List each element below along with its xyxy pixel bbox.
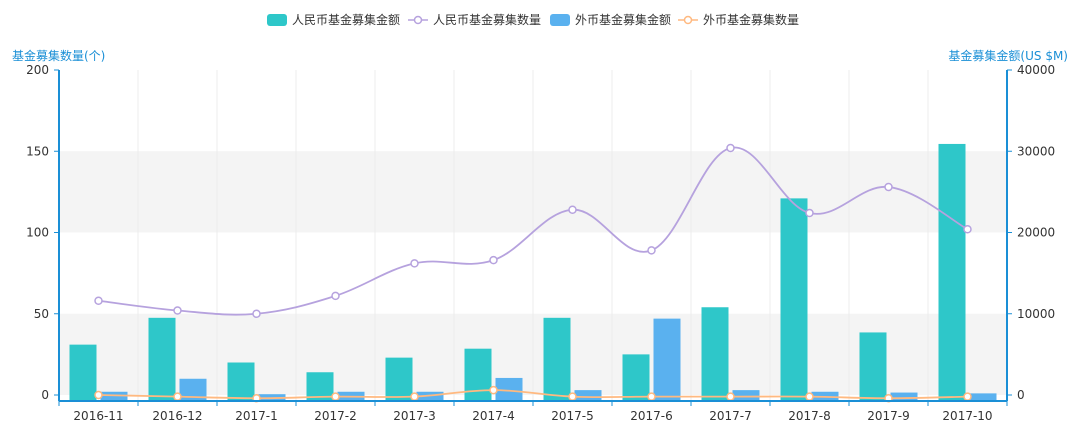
point-rmb-count [647,246,656,255]
bar-fx-amount [890,392,918,401]
bar-fx-amount [653,318,681,401]
legend-marker-fx-count [683,15,693,25]
point-rmb-count [173,306,182,315]
right-axis-title: 基金募集金额(US $M) [948,48,1068,63]
bar-rmb-amount [69,344,97,401]
point-rmb-count [331,291,340,301]
chart: 人民币基金募集金额 人民币基金募集数量 外币基金募集金额 外币基金募集数量 基金… [12,12,1068,423]
bar-rmb-amount [464,348,492,401]
legend-item-fx-count[interactable]: 外币基金募集数量 [678,12,799,27]
point-rmb-count [94,296,103,305]
bar-rmb-amount [859,332,887,401]
legend: 人民币基金募集金额 人民币基金募集数量 外币基金募集金额 外币基金募集数量 [267,12,799,27]
point-fx-count [568,392,577,401]
left-tick-label: 200 [26,63,49,77]
left-tick-label: 0 [41,388,49,402]
x-tick-label: 2016-11 [73,409,123,423]
x-tick-label: 2017-6 [630,409,673,423]
point-fx-count [489,385,498,395]
x-tick-label: 2017-2 [314,409,357,423]
x-axis-ticks: 2016-11 2016-12 2017-1 2017-2 2017-3 2017-4 20… [58,401,1008,423]
left-tick-label: 50 [34,307,49,321]
legend-swatch-rmb-amount [267,14,287,26]
legend-label-rmb-amount: 人民币基金募集金额 [292,12,400,27]
bar-fx-amount [574,390,602,401]
x-tick-label: 2017-9 [867,409,910,423]
legend-label-fx-count: 外币基金募集数量 [703,12,799,27]
point-fx-count [410,392,419,401]
left-tick-label: 150 [26,144,49,158]
x-tick-label: 2017-5 [551,409,594,423]
right-tick-label: 0 [1017,388,1025,402]
bar-fx-amount [732,390,760,401]
right-tick-label: 30000 [1017,144,1055,158]
x-tick-label: 2017-10 [942,409,992,423]
point-fx-count [726,392,735,401]
point-rmb-count [805,208,814,218]
bar-rmb-amount [701,307,729,401]
point-fx-count [173,392,182,401]
legend-label-fx-amount: 外币基金募集金额 [575,12,671,27]
x-tick-label: 2017-8 [788,409,831,423]
bar-rmb-amount [543,317,571,401]
point-rmb-count [252,309,261,318]
x-tick-label: 2017-3 [393,409,436,423]
point-fx-count [331,392,340,401]
left-tick-label: 100 [26,226,49,240]
x-tick-label: 2017-4 [472,409,515,423]
point-rmb-count [963,225,972,234]
right-tick-label: 20000 [1017,226,1055,240]
bar-rmb-amount [938,143,966,401]
right-tick-label: 40000 [1017,63,1055,77]
legend-swatch-fx-amount [550,14,570,26]
point-rmb-count [410,259,419,268]
left-axis-ticks: 0 50 100 150 200 [26,63,59,402]
point-rmb-count [568,205,577,214]
bar-rmb-amount [227,362,255,401]
left-axis-title: 基金募集数量(个) [12,48,105,63]
legend-item-fx-amount[interactable]: 外币基金募集金额 [550,12,671,27]
bar-rmb-amount [385,357,413,401]
point-rmb-count [489,255,498,265]
bar-rmb-amount [622,354,650,401]
legend-item-rmb-amount[interactable]: 人民币基金募集金额 [267,12,400,27]
x-tick-label: 2016-12 [152,409,202,423]
bar-rmb-amount [780,198,808,401]
bar-fx-amount [969,393,997,401]
right-axis-ticks: 0 10000 20000 30000 40000 [1007,63,1055,402]
bar-rmb-amount [148,317,176,401]
legend-item-rmb-count[interactable]: 人民币基金募集数量 [408,12,541,27]
point-rmb-count [884,182,893,192]
x-tick-label: 2017-7 [709,409,752,423]
legend-marker-rmb-count [413,15,423,25]
right-tick-label: 10000 [1017,307,1055,321]
point-fx-count [94,390,103,400]
point-fx-count [805,392,814,401]
legend-label-rmb-count: 人民币基金募集数量 [433,12,541,27]
point-rmb-count [726,143,735,153]
point-fx-count [647,392,656,401]
x-tick-label: 2017-1 [235,409,278,423]
point-fx-count [963,392,972,401]
